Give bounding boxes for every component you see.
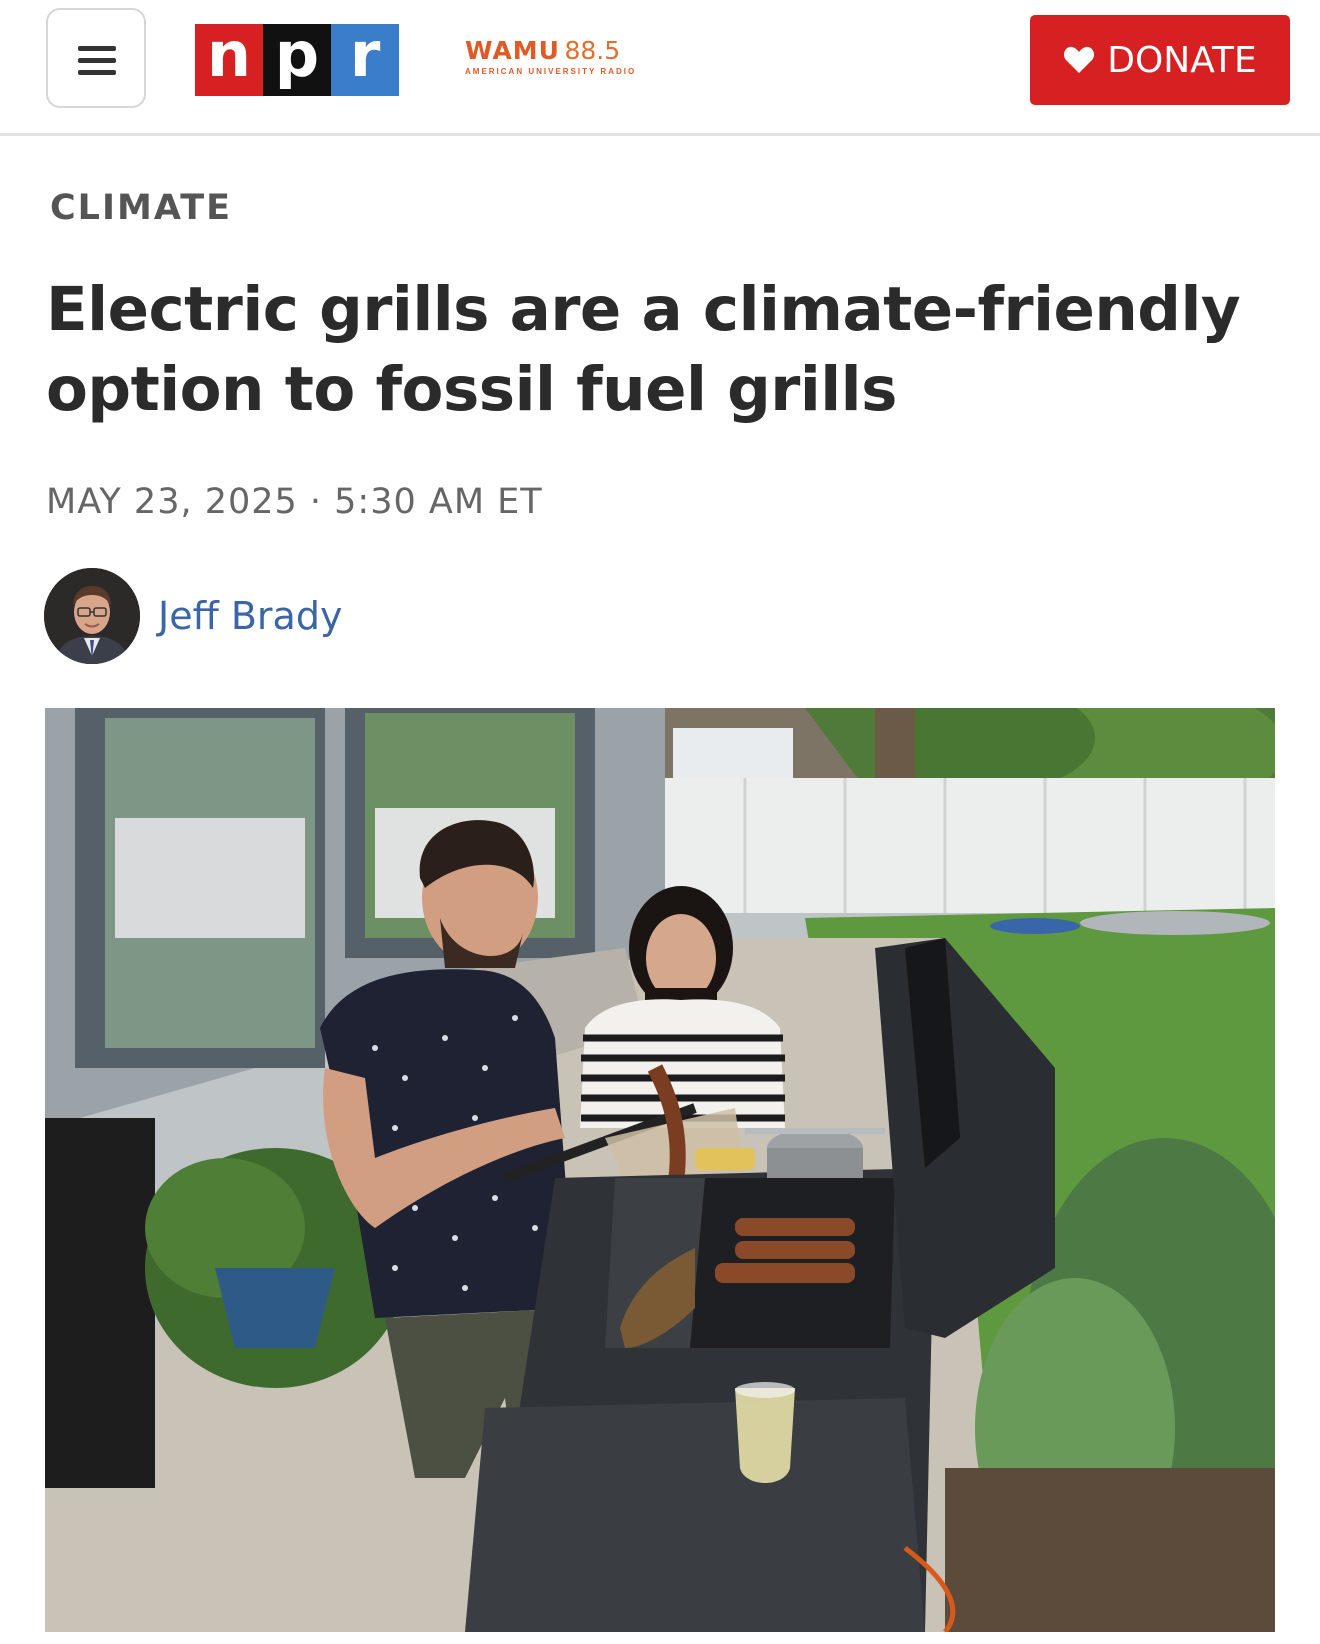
donate-button[interactable]: DONATE (1030, 15, 1290, 105)
station-logo[interactable]: WAMU 88.5 AMERICAN UNIVERSITY RADIO (465, 36, 636, 76)
site-header: n p r WAMU 88.5 AMERICAN UNIVERSITY RADI… (0, 0, 1320, 136)
article-photo[interactable] (45, 708, 1275, 1632)
station-frequency: 88.5 (564, 36, 621, 65)
author-link[interactable]: Jeff Brady (158, 594, 342, 638)
heart-icon (1064, 46, 1095, 73)
npr-logo-n: n (195, 24, 263, 96)
menu-button[interactable] (46, 8, 146, 108)
author-avatar[interactable] (44, 568, 140, 664)
npr-logo-r: r (331, 24, 399, 96)
headline: Electric grills are a climate-friendly o… (46, 274, 1241, 425)
station-name: WAMU (465, 36, 560, 65)
byline: Jeff Brady (44, 568, 342, 664)
category-link[interactable]: CLIMATE (50, 188, 232, 228)
npr-logo[interactable]: n p r (195, 24, 399, 96)
dateline: MAY 23, 2025 · 5:30 AM ET (46, 482, 543, 522)
donate-label: DONATE (1107, 39, 1257, 81)
npr-logo-p: p (263, 24, 331, 96)
station-subtitle: AMERICAN UNIVERSITY RADIO (465, 67, 637, 76)
